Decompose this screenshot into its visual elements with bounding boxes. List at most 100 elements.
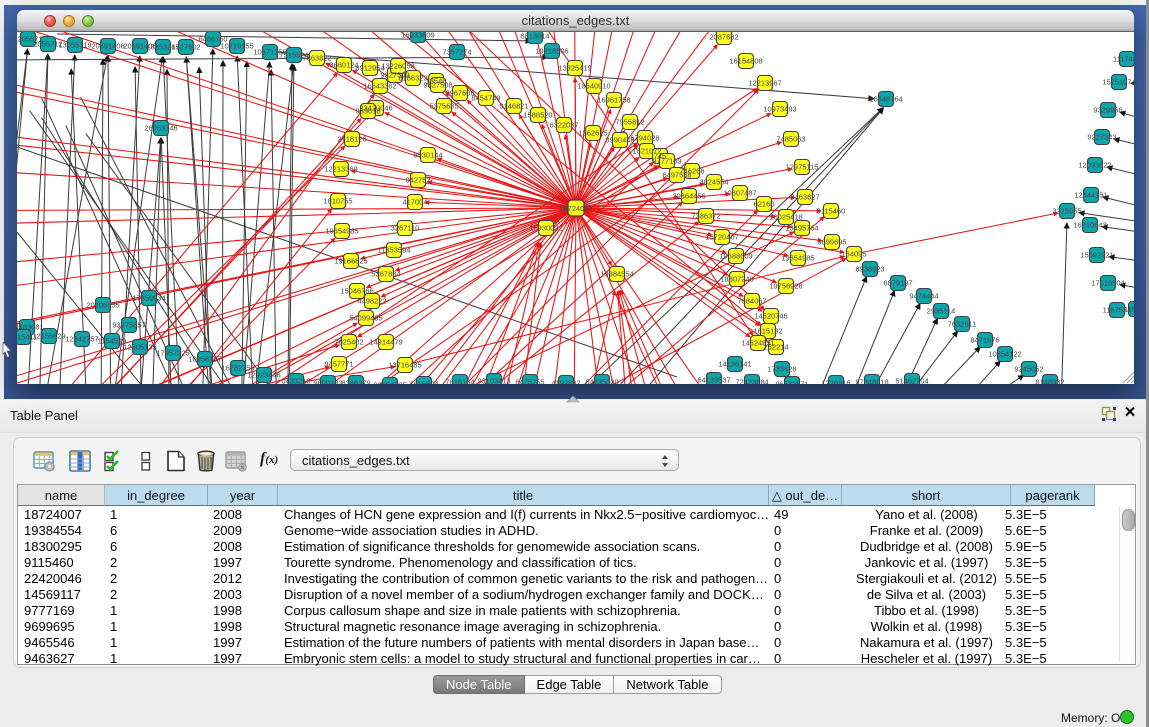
svg-text:12923446: 12923446 <box>247 371 280 380</box>
svg-text:12156829: 12156829 <box>32 332 65 341</box>
svg-text:12213369: 12213369 <box>324 165 357 174</box>
svg-text:8148932: 8148932 <box>1035 378 1064 385</box>
svg-text:14914479: 14914479 <box>369 338 402 347</box>
svg-text:1362615: 1362615 <box>578 129 607 138</box>
svg-text:252214: 252214 <box>763 343 788 352</box>
svg-text:12505135: 12505135 <box>123 343 156 352</box>
svg-text:97848018: 97848018 <box>855 378 888 385</box>
svg-text:5367834: 5367834 <box>371 270 400 279</box>
svg-text:96532871: 96532871 <box>775 380 808 385</box>
svg-text:10958107: 10958107 <box>188 355 221 364</box>
svg-text:10654122: 10654122 <box>988 350 1021 359</box>
svg-text:16210643: 16210643 <box>1073 221 1106 230</box>
svg-text:9245052: 9245052 <box>1014 365 1043 374</box>
svg-text:1733426: 1733426 <box>767 365 796 374</box>
svg-text:19166825: 19166825 <box>334 257 367 266</box>
svg-text:989618: 989618 <box>355 107 380 116</box>
svg-text:6475255: 6475255 <box>515 378 544 385</box>
svg-text:20691406: 20691406 <box>91 42 124 51</box>
svg-text:20206555: 20206555 <box>86 301 119 310</box>
svg-text:19384554: 19384554 <box>600 270 633 279</box>
svg-text:10973493: 10973493 <box>763 105 796 114</box>
svg-text:15751074: 15751074 <box>1102 78 1134 87</box>
svg-text:14520746: 14520746 <box>754 312 787 321</box>
svg-text:15930022: 15930022 <box>529 224 562 233</box>
svg-text:19654985: 19654985 <box>781 254 814 263</box>
svg-text:16154808: 16154808 <box>729 57 762 66</box>
svg-text:16543362: 16543362 <box>363 82 396 91</box>
svg-text:13495764: 13495764 <box>785 224 818 233</box>
svg-text:13325419: 13325419 <box>558 64 591 73</box>
svg-text:942752: 942752 <box>405 176 430 185</box>
svg-text:3215955: 3215955 <box>1052 207 1081 216</box>
svg-text:1226916: 1226916 <box>821 379 850 385</box>
svg-text:3267110: 3267110 <box>391 224 420 233</box>
svg-text:14483081: 14483081 <box>17 323 44 332</box>
svg-text:2935114: 2935114 <box>927 307 956 316</box>
svg-text:64835030: 64835030 <box>585 378 618 385</box>
svg-text:15692921: 15692921 <box>1080 251 1113 260</box>
svg-text:0433218: 0433218 <box>281 377 310 385</box>
svg-text:9227343: 9227343 <box>1087 133 1116 142</box>
svg-text:3824554: 3824554 <box>699 178 728 187</box>
svg-text:9463627: 9463627 <box>790 193 819 202</box>
svg-text:9115460: 9115460 <box>817 207 846 216</box>
svg-text:8938923: 8938923 <box>855 265 884 274</box>
svg-text:417004: 417004 <box>402 198 427 207</box>
svg-text:19654985: 19654985 <box>325 227 358 236</box>
svg-text:4192832: 4192832 <box>551 379 580 385</box>
svg-text:4498222: 4498222 <box>357 297 386 306</box>
svg-text:72423884: 72423884 <box>735 378 768 385</box>
svg-text:12444151: 12444151 <box>1074 191 1107 200</box>
svg-text:9699695: 9699695 <box>817 238 846 247</box>
svg-text:17359934: 17359934 <box>132 294 165 303</box>
svg-text:19756928: 19756928 <box>769 282 802 291</box>
svg-text:54099485: 54099485 <box>349 314 382 323</box>
svg-text:13226058: 13226058 <box>381 62 414 71</box>
svg-text:7684067: 7684067 <box>737 297 766 306</box>
svg-text:13055719: 13055719 <box>58 41 91 50</box>
svg-text:13716485: 13716485 <box>388 361 421 370</box>
svg-text:16033809: 16033809 <box>401 32 434 40</box>
svg-text:9474444: 9474444 <box>909 292 938 301</box>
svg-text:15046766: 15046766 <box>340 287 373 296</box>
svg-text:1527602: 1527602 <box>171 43 200 52</box>
svg-text:26053346: 26053346 <box>144 124 177 133</box>
svg-text:1810755: 1810755 <box>323 197 352 206</box>
svg-text:17957225: 17957225 <box>156 349 189 358</box>
svg-text:8030144: 8030144 <box>413 151 442 160</box>
svg-text:6322037: 6322037 <box>549 121 578 130</box>
svg-text:51462704: 51462704 <box>895 377 928 385</box>
svg-text:18807249: 18807249 <box>720 275 753 284</box>
svg-text:9600133: 9600133 <box>313 379 342 385</box>
svg-text:62160: 62160 <box>754 200 775 209</box>
svg-text:8660124: 8660124 <box>329 61 358 70</box>
svg-text:1154519: 1154519 <box>98 337 127 346</box>
svg-text:11353594: 11353594 <box>378 246 411 255</box>
svg-text:5375685: 5375685 <box>429 102 458 111</box>
svg-text:19218506: 19218506 <box>535 47 568 56</box>
svg-text:17016504: 17016504 <box>1091 279 1124 288</box>
svg-text:8471676: 8471676 <box>970 336 999 345</box>
svg-text:18724007: 18724007 <box>559 204 592 213</box>
svg-text:12093822: 12093822 <box>1078 161 1111 170</box>
svg-text:9777169: 9777169 <box>652 157 681 166</box>
svg-text:10807487: 10807487 <box>723 189 756 198</box>
svg-text:8454749: 8454749 <box>471 94 500 103</box>
svg-text:1588520: 1588520 <box>523 111 552 120</box>
svg-text:164095: 164095 <box>841 250 866 259</box>
svg-text:93975857: 93975857 <box>112 321 145 330</box>
svg-text:6794028: 6794028 <box>630 134 659 143</box>
svg-text:10688609: 10688609 <box>719 252 752 261</box>
svg-text:7816184: 7816184 <box>445 378 474 385</box>
svg-text:7485063: 7485063 <box>776 135 805 144</box>
svg-text:16648764: 16648764 <box>869 95 902 104</box>
svg-text:2087682: 2087682 <box>709 33 738 42</box>
svg-text:9146821: 9146821 <box>499 102 528 111</box>
svg-text:7632611: 7632611 <box>948 320 977 329</box>
svg-text:93103413: 93103413 <box>477 377 510 385</box>
svg-text:7357274: 7357274 <box>442 48 471 57</box>
svg-text:20364456: 20364456 <box>672 192 705 201</box>
svg-text:7955812: 7955812 <box>615 118 644 127</box>
svg-text:7663822: 7663822 <box>302 54 331 63</box>
